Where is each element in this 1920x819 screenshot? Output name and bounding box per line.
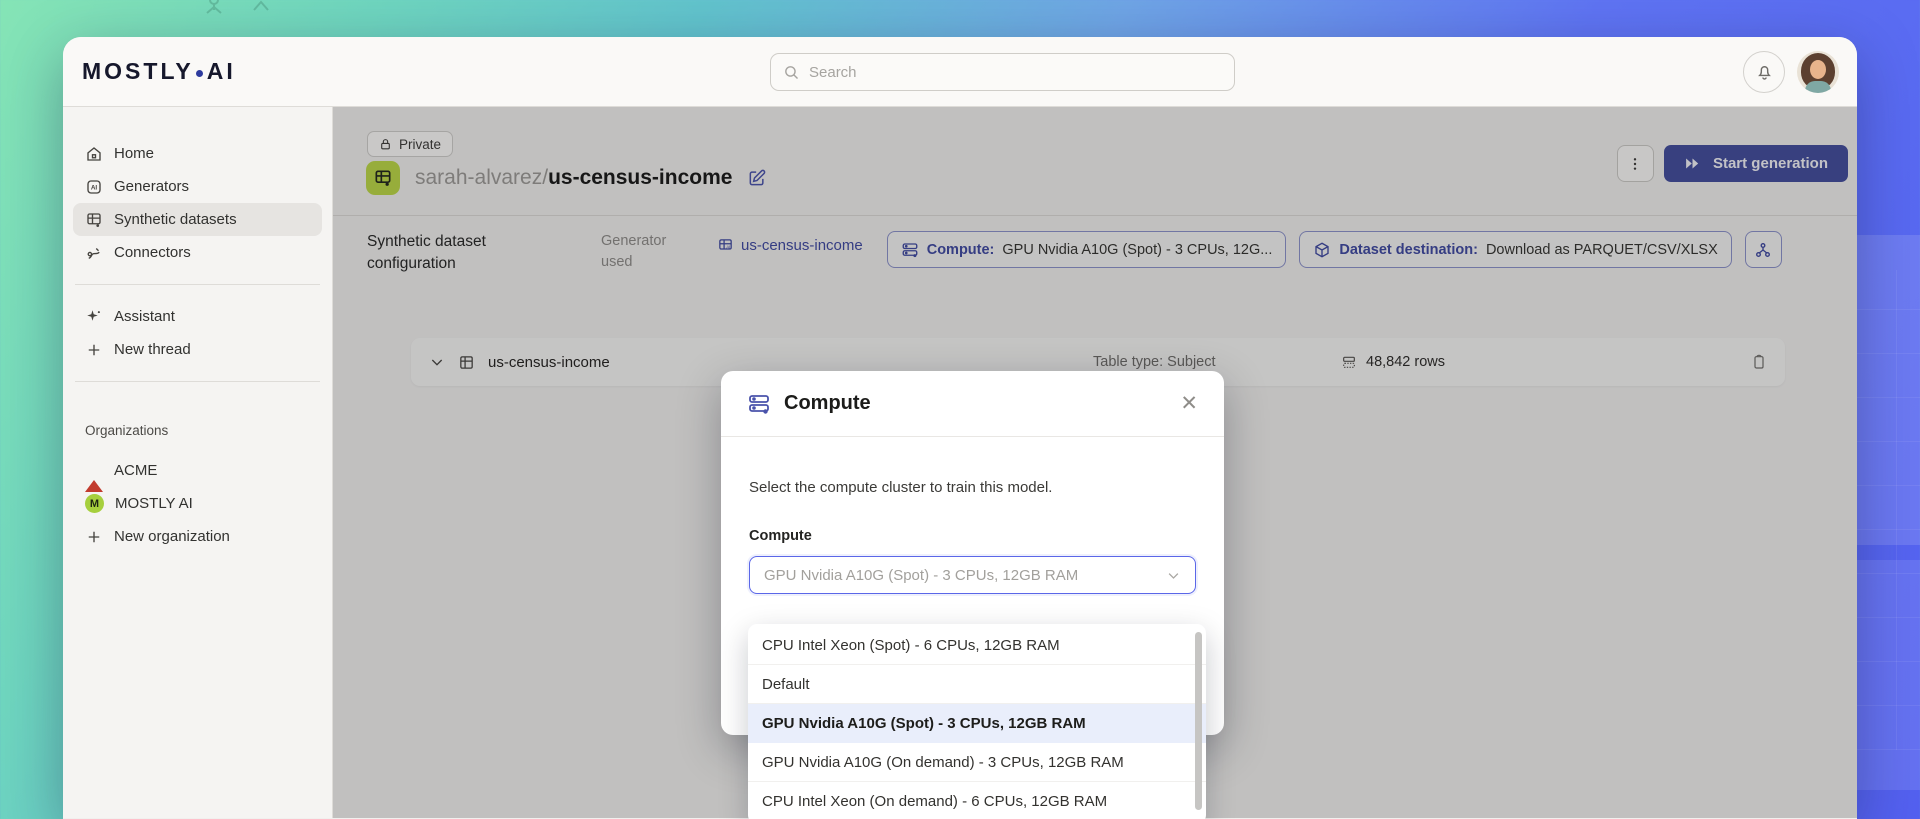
svg-text:AI: AI bbox=[91, 184, 98, 191]
user-avatar[interactable] bbox=[1797, 50, 1839, 93]
compute-server-icon bbox=[747, 392, 771, 416]
avatar-face bbox=[1810, 59, 1826, 79]
sidebar-item-connectors[interactable]: Connectors bbox=[73, 236, 322, 269]
sidebar-item-label: New thread bbox=[114, 341, 191, 358]
generators-icon: AI bbox=[85, 178, 103, 196]
logo-text-right: AI bbox=[206, 58, 236, 84]
sidebar-item-new-organization[interactable]: New organization bbox=[73, 520, 322, 553]
acme-logo-icon bbox=[85, 462, 103, 492]
modal-title: Compute bbox=[784, 392, 871, 414]
synthetic-datasets-icon bbox=[85, 211, 103, 229]
logo-dot-icon bbox=[195, 70, 203, 77]
chevron-down-icon bbox=[1166, 568, 1181, 583]
dropdown-option[interactable]: CPU Intel Xeon (On demand) - 6 CPUs, 12G… bbox=[748, 782, 1206, 819]
notifications-button[interactable] bbox=[1743, 50, 1785, 93]
sidebar-item-home[interactable]: Home bbox=[73, 137, 322, 170]
dropdown-scrollbar[interactable] bbox=[1195, 632, 1202, 810]
dropdown-option[interactable]: CPU Intel Xeon (Spot) - 6 CPUs, 12GB RAM bbox=[748, 626, 1206, 665]
compute-select[interactable]: GPU Nvidia A10G (Spot) - 3 CPUs, 12GB RA… bbox=[749, 556, 1196, 594]
search-icon bbox=[783, 64, 800, 81]
plus-icon bbox=[85, 528, 103, 546]
sidebar-item-label: Assistant bbox=[114, 308, 175, 325]
sidebar-item-label: Generators bbox=[114, 178, 190, 195]
connectors-icon bbox=[85, 244, 103, 262]
sidebar-item-new-thread[interactable]: New thread bbox=[73, 333, 322, 366]
sidebar-item-org-mostly-ai[interactable]: M MOSTLY AI bbox=[73, 487, 322, 520]
assistant-sparkle-icon bbox=[85, 308, 103, 326]
sidebar-item-org-acme[interactable]: ACME bbox=[73, 454, 322, 492]
logo-text-left: MOSTLY bbox=[82, 58, 194, 84]
compute-field-label: Compute bbox=[749, 528, 812, 544]
sidebar-item-label: Synthetic datasets bbox=[114, 211, 237, 228]
dropdown-option[interactable]: Default bbox=[748, 665, 1206, 704]
avatar-shoulders bbox=[1805, 80, 1831, 93]
organizations-section-label: Organizations bbox=[85, 423, 169, 438]
bell-icon bbox=[1755, 62, 1774, 81]
sidebar-item-label: MOSTLY AI bbox=[115, 495, 193, 512]
search-input[interactable] bbox=[809, 63, 1222, 81]
sidebar-item-assistant[interactable]: Assistant bbox=[73, 300, 322, 333]
sidebar-item-synthetic-datasets[interactable]: Synthetic datasets bbox=[73, 203, 322, 236]
compute-select-value: GPU Nvidia A10G (Spot) - 3 CPUs, 12GB RA… bbox=[764, 566, 1079, 584]
background-glyphs bbox=[168, 0, 288, 25]
mostly-ai-logo: MOSTLY AI bbox=[82, 58, 236, 85]
home-icon bbox=[85, 145, 103, 163]
dropdown-option[interactable]: GPU Nvidia A10G (On demand) - 3 CPUs, 12… bbox=[748, 743, 1206, 782]
sidebar-divider bbox=[75, 284, 320, 285]
dropdown-option-selected[interactable]: GPU Nvidia A10G (Spot) - 3 CPUs, 12GB RA… bbox=[748, 704, 1206, 743]
sidebar: Home AI Generators Synthetic datasets Co… bbox=[63, 107, 333, 818]
global-search[interactable] bbox=[770, 53, 1235, 91]
sidebar-item-generators[interactable]: AI Generators bbox=[73, 170, 322, 203]
close-icon[interactable]: ✕ bbox=[1180, 393, 1198, 414]
compute-options-dropdown: CPU Intel Xeon (Spot) - 6 CPUs, 12GB RAM… bbox=[748, 624, 1206, 819]
mostly-ai-org-icon: M bbox=[85, 494, 104, 513]
sidebar-item-label: Home bbox=[114, 145, 155, 162]
top-bar: MOSTLY AI bbox=[63, 37, 1857, 107]
sidebar-item-label: Connectors bbox=[114, 244, 191, 261]
plus-icon bbox=[85, 341, 103, 359]
sidebar-item-label: New organization bbox=[114, 528, 230, 545]
sidebar-item-label: ACME bbox=[114, 462, 158, 479]
sidebar-divider bbox=[75, 381, 320, 382]
modal-description: Select the compute cluster to train this… bbox=[749, 479, 1053, 496]
